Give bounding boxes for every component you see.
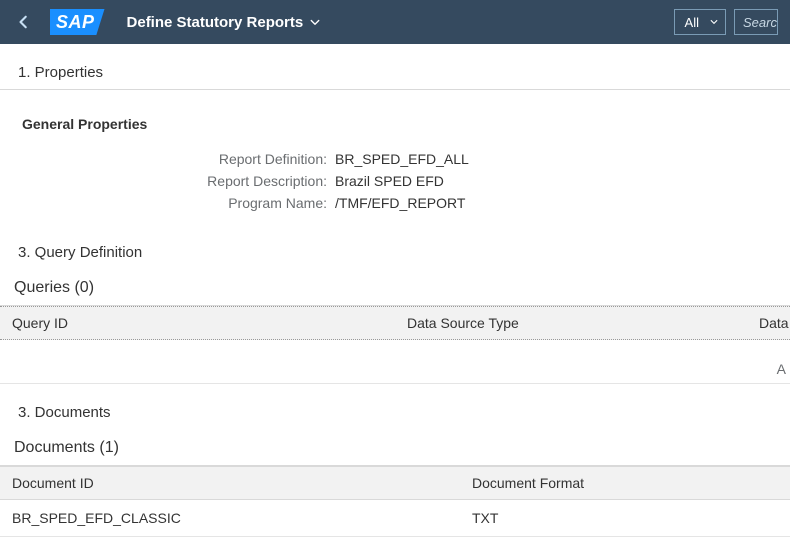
section-properties-heading: 1. Properties (0, 44, 790, 90)
queries-col-query-id[interactable]: Query ID (0, 307, 395, 339)
back-button[interactable] (12, 10, 36, 34)
queries-col-data-source-type[interactable]: Data Source Type (395, 307, 747, 339)
field-report-description: Report Description: Brazil SPED EFD (0, 170, 790, 192)
documents-table-header: Document ID Document Format (0, 466, 790, 500)
filter-select[interactable]: All (674, 9, 726, 35)
chevron-left-icon (17, 15, 31, 29)
content: 1. Properties General Properties Report … (0, 44, 790, 537)
label-report-definition: Report Definition: (0, 151, 335, 167)
shell-header: SAP Define Statutory Reports All Search (0, 0, 790, 44)
page-title-dropdown[interactable]: Define Statutory Reports (127, 14, 674, 31)
field-program-name: Program Name: /TMF/EFD_REPORT (0, 192, 790, 214)
search-input[interactable]: Search (734, 9, 778, 35)
filter-selected-label: All (685, 15, 699, 30)
documents-panel-title: Documents (1) (0, 429, 790, 466)
sap-logo: SAP (50, 9, 105, 35)
field-report-definition: Report Definition: BR_SPED_EFD_ALL (0, 148, 790, 170)
value-report-description: Brazil SPED EFD (335, 173, 444, 189)
chevron-down-icon (309, 16, 321, 28)
page-title: Define Statutory Reports (127, 14, 304, 31)
value-report-definition: BR_SPED_EFD_ALL (335, 151, 469, 167)
queries-panel-title: Queries (0) (0, 269, 790, 306)
section-query-definition-heading: 3. Query Definition (0, 224, 790, 269)
document-id-cell: BR_SPED_EFD_CLASSIC (0, 500, 460, 536)
documents-col-document-format[interactable]: Document Format (460, 467, 790, 499)
queries-trail-char: A (777, 361, 786, 377)
section-documents-heading: 3. Documents (0, 384, 790, 429)
value-program-name: /TMF/EFD_REPORT (335, 195, 465, 211)
table-row[interactable]: BR_SPED_EFD_CLASSIC TXT (0, 500, 790, 537)
general-properties-form: Report Definition: BR_SPED_EFD_ALL Repor… (0, 144, 790, 224)
document-format-cell: TXT (460, 500, 790, 536)
search-placeholder: Search (743, 15, 778, 30)
label-program-name: Program Name: (0, 195, 335, 211)
queries-empty-body: A (0, 340, 790, 384)
chevron-down-icon (709, 15, 719, 30)
general-properties-heading: General Properties (0, 90, 790, 144)
queries-col-data[interactable]: Data (747, 307, 790, 339)
queries-table-header: Query ID Data Source Type Data (0, 306, 790, 340)
documents-col-document-id[interactable]: Document ID (0, 467, 460, 499)
header-right: All Search (674, 9, 778, 35)
label-report-description: Report Description: (0, 173, 335, 189)
